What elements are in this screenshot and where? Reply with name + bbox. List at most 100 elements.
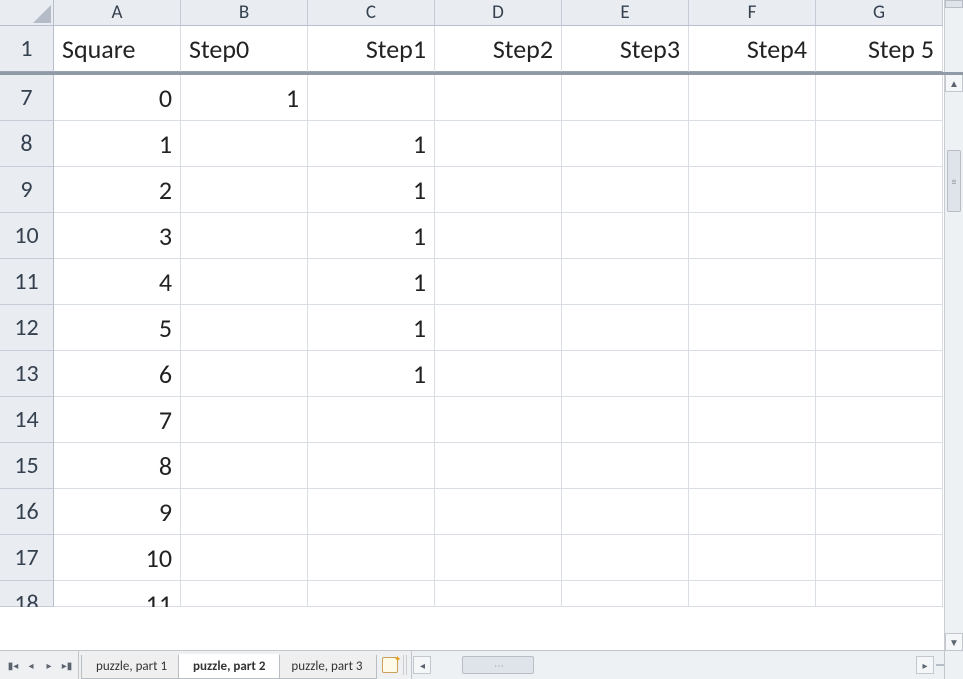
cell[interactable] [562,305,689,351]
cell[interactable] [816,167,943,213]
row-header[interactable]: 9 [0,167,54,213]
split-handle-top[interactable] [945,0,963,8]
row-header[interactable]: 7 [0,75,54,121]
cell[interactable] [816,535,943,581]
column-header[interactable]: B [181,0,308,26]
row-header[interactable]: 17 [0,535,54,581]
cell[interactable] [816,581,943,607]
tab-first-icon[interactable]: ▮◂ [6,657,20,673]
cell[interactable] [308,581,435,607]
cell[interactable]: Step1 [308,26,435,72]
cell[interactable] [435,213,562,259]
scroll-up-button[interactable]: ▲ [945,74,963,92]
cell[interactable] [689,351,816,397]
scroll-left-button[interactable]: ◂ [413,656,431,674]
cell[interactable] [816,443,943,489]
cell[interactable] [308,443,435,489]
column-header[interactable]: E [562,0,689,26]
cell[interactable]: 0 [54,75,181,121]
cell[interactable]: 10 [54,535,181,581]
cell[interactable]: 7 [54,397,181,443]
sheet-tab[interactable]: puzzle, part 3 [276,655,377,679]
cell[interactable] [181,351,308,397]
row-header[interactable]: 10 [0,213,54,259]
cell[interactable]: 11 [54,581,181,607]
cell[interactable]: 4 [54,259,181,305]
sheet-tab[interactable]: puzzle, part 2 [178,654,280,679]
cell[interactable] [689,489,816,535]
cell[interactable] [816,75,943,121]
cell[interactable] [181,167,308,213]
cell[interactable] [181,581,308,607]
freeze-pane-divider[interactable] [0,72,963,75]
cell[interactable] [689,581,816,607]
cell[interactable]: 1 [308,167,435,213]
cell[interactable]: Step 5 [816,26,943,72]
cell[interactable]: 3 [54,213,181,259]
cell[interactable] [181,443,308,489]
scroll-right-button[interactable]: ▸ [916,656,934,674]
horizontal-scrollbar[interactable]: ◂ ▸ [411,651,944,679]
cell[interactable] [562,535,689,581]
cell[interactable]: 1 [308,351,435,397]
cell[interactable] [562,581,689,607]
cell[interactable] [435,397,562,443]
cell[interactable] [435,443,562,489]
cell[interactable] [562,489,689,535]
tab-prev-icon[interactable]: ◂ [24,657,38,673]
cell[interactable] [689,259,816,305]
cell[interactable] [435,75,562,121]
cell[interactable]: Step4 [689,26,816,72]
cell[interactable] [689,167,816,213]
cell[interactable] [308,489,435,535]
cell[interactable]: 6 [54,351,181,397]
cell[interactable] [562,167,689,213]
cell[interactable] [689,213,816,259]
cell[interactable] [562,121,689,167]
select-all-corner[interactable] [0,0,54,26]
cell[interactable] [816,351,943,397]
cell[interactable]: 1 [308,259,435,305]
row-header[interactable]: 12 [0,305,54,351]
row-header[interactable]: 16 [0,489,54,535]
cell[interactable]: Step2 [435,26,562,72]
new-sheet-button[interactable] [379,651,401,679]
row-header[interactable]: 11 [0,259,54,305]
horizontal-scroll-track[interactable] [432,656,915,674]
cell[interactable] [816,489,943,535]
cell[interactable] [435,581,562,607]
cell[interactable] [435,305,562,351]
cell[interactable] [435,351,562,397]
column-header[interactable]: D [435,0,562,26]
cell[interactable] [816,397,943,443]
vertical-scroll-thumb[interactable] [947,150,961,212]
cell[interactable] [435,167,562,213]
cell[interactable]: 1 [308,213,435,259]
cell[interactable] [562,259,689,305]
column-header[interactable]: G [816,0,943,26]
cell[interactable] [689,443,816,489]
sheet-tab[interactable]: puzzle, part 1 [81,655,182,679]
cell[interactable] [562,397,689,443]
cell[interactable] [181,489,308,535]
column-header[interactable]: C [308,0,435,26]
row-header[interactable]: 13 [0,351,54,397]
row-header[interactable]: 18 [0,581,54,607]
cell[interactable] [435,121,562,167]
split-handle-right[interactable] [936,664,944,666]
cell[interactable] [816,121,943,167]
row-header[interactable]: 14 [0,397,54,443]
cell[interactable] [562,443,689,489]
cell[interactable]: Square [54,26,181,72]
cell[interactable] [435,259,562,305]
cell[interactable]: 5 [54,305,181,351]
cell[interactable] [181,535,308,581]
scroll-down-button[interactable]: ▼ [945,633,963,651]
cell[interactable] [689,305,816,351]
cell[interactable] [181,213,308,259]
cell[interactable] [308,397,435,443]
cell[interactable] [435,489,562,535]
cell[interactable]: Step0 [181,26,308,72]
tab-split-handle[interactable] [403,655,409,675]
cell[interactable] [689,397,816,443]
